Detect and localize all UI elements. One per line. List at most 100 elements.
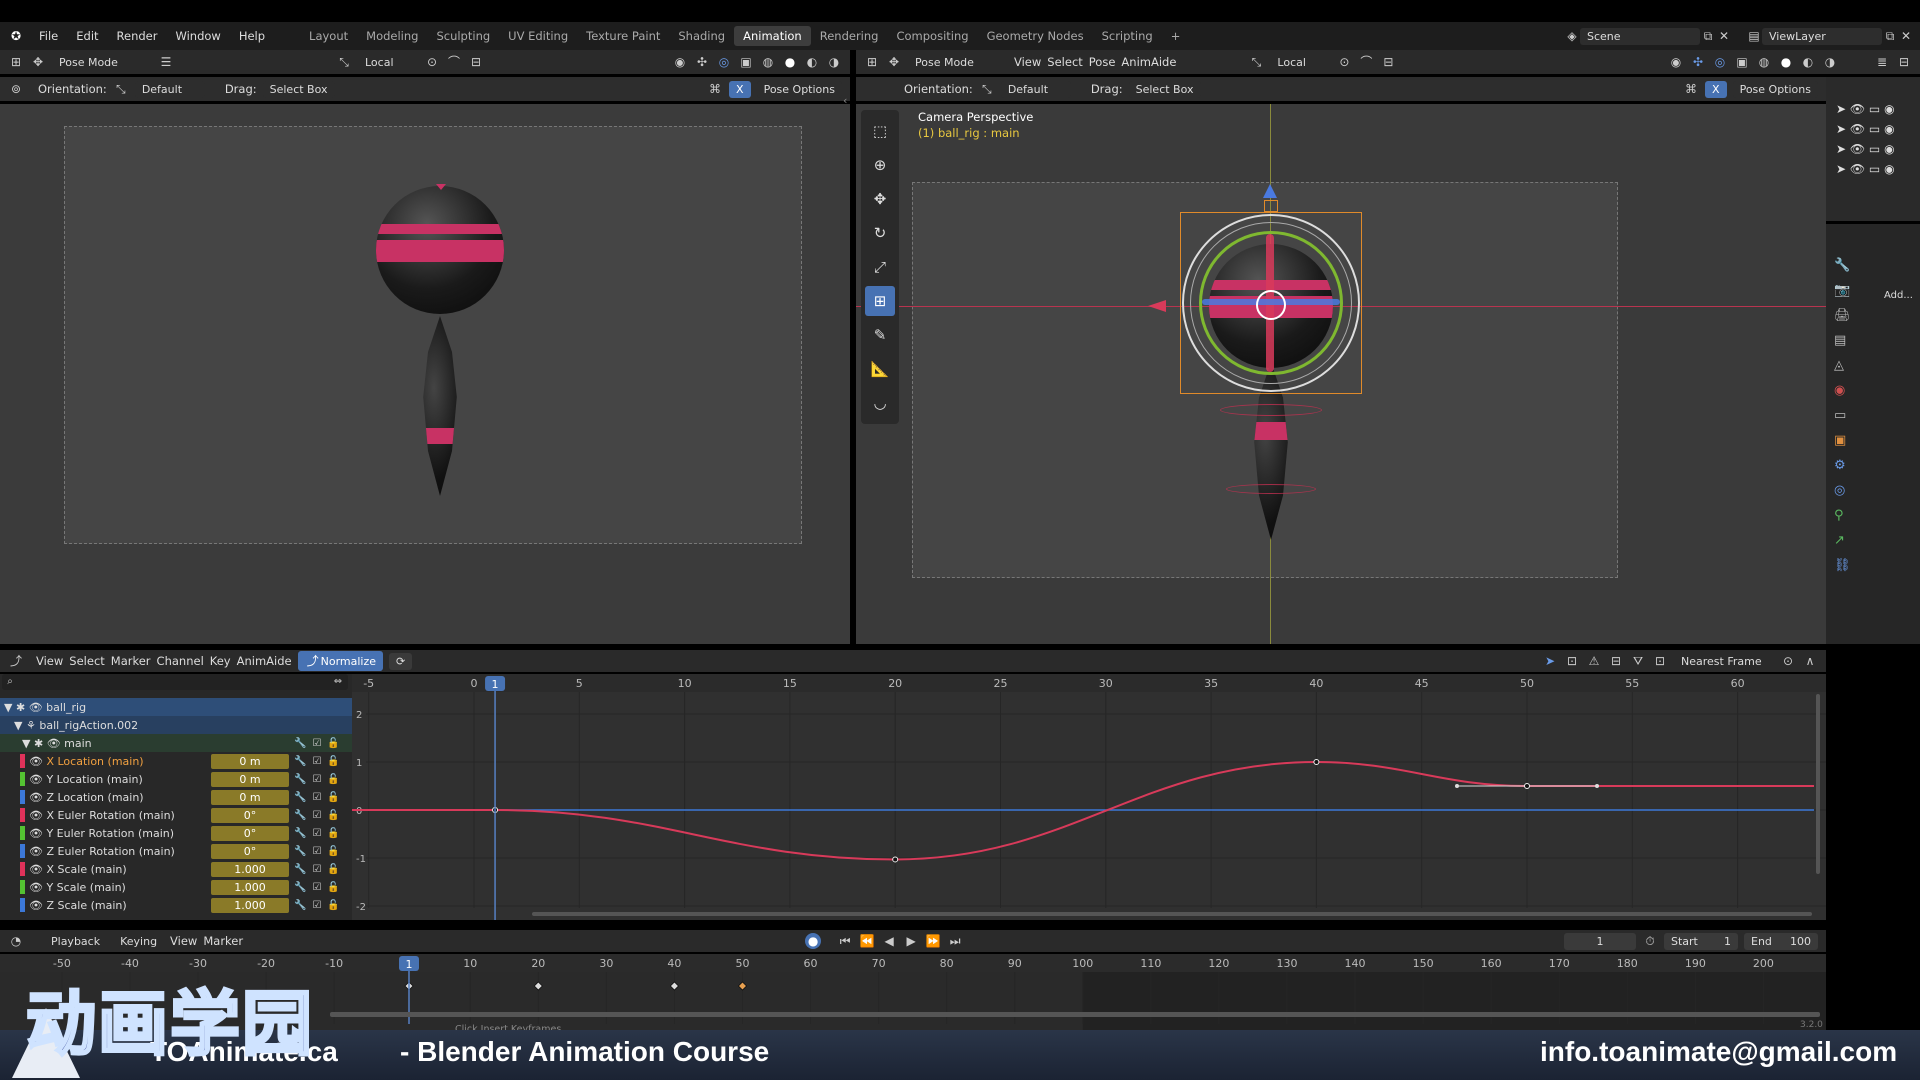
channel-fcurve-row[interactable]: 👁 Z Scale (main) 1.000 🔧 ☑ 🔓 bbox=[0, 896, 352, 914]
preview-range-icon[interactable]: ⏱ bbox=[1642, 933, 1658, 949]
channel-fcurve-row[interactable]: 👁 Z Location (main) 0 m 🔧 ☑ 🔓 bbox=[0, 788, 352, 806]
keyframe-point[interactable] bbox=[1524, 783, 1530, 789]
x-move-arrow-icon[interactable] bbox=[1148, 300, 1166, 312]
expand-icon[interactable]: ▼ bbox=[4, 701, 12, 714]
right-transform-selector[interactable]: Local bbox=[1270, 53, 1331, 71]
shading-wireframe-icon[interactable]: ◍ bbox=[1756, 54, 1772, 70]
timeline-keyframe-icon[interactable] bbox=[737, 981, 748, 991]
outliner-filter-icon[interactable]: ⊟ bbox=[1896, 54, 1912, 70]
xray-icon[interactable]: ▣ bbox=[1734, 54, 1750, 70]
mute-checkbox[interactable]: ☑ bbox=[312, 864, 321, 875]
workspace-tab-texture-paint[interactable]: Texture Paint bbox=[577, 29, 669, 43]
lock-icon[interactable]: 🔓 bbox=[327, 810, 339, 821]
blender-logo-icon[interactable]: ✪ bbox=[8, 28, 24, 44]
menu-help[interactable]: Help bbox=[230, 29, 274, 43]
modifier-wrench-icon[interactable]: 🔧 bbox=[294, 810, 306, 821]
snap-target-icon[interactable]: ⊟ bbox=[468, 54, 484, 70]
right-x-mirror-toggle[interactable]: X bbox=[1705, 80, 1727, 98]
modifier-wrench-icon[interactable]: 🔧 bbox=[294, 828, 306, 839]
scene-icon[interactable]: ◈ bbox=[1564, 28, 1580, 44]
play-icon[interactable]: ▶ bbox=[903, 933, 919, 949]
right-menu-view[interactable]: View bbox=[1014, 55, 1041, 69]
bone-props-icon[interactable]: ↗ bbox=[1834, 533, 1851, 548]
visibility-eye-icon[interactable]: 👁 bbox=[29, 863, 43, 876]
outliner-row-2[interactable]: ➤ 👁 ▭ ◉ bbox=[1836, 119, 1895, 139]
editor-type-icon[interactable]: ⊞ bbox=[864, 54, 880, 70]
expand-icon[interactable]: ▼ bbox=[14, 719, 22, 732]
annotate-tool-icon[interactable]: ✎ bbox=[865, 320, 895, 350]
lock-icon[interactable]: 🔓 bbox=[327, 900, 339, 911]
proportional-edit-icon[interactable]: ⊙ bbox=[1780, 653, 1796, 669]
jump-end-icon[interactable]: ⏭ bbox=[947, 933, 963, 949]
gizmo-center-circle[interactable] bbox=[1256, 290, 1286, 320]
timeline-menu-view[interactable]: View bbox=[170, 934, 197, 948]
playback-menu[interactable]: Playback bbox=[44, 932, 108, 950]
overlay-icon[interactable]: ◎ bbox=[1712, 54, 1728, 70]
channel-fcurve-row[interactable]: 👁 Y Location (main) 0 m 🔧 ☑ 🔓 bbox=[0, 770, 352, 788]
left-orientation-dropdown[interactable]: Default bbox=[134, 80, 205, 98]
channel-object-row[interactable]: ▼ ✱ 👁 ball_rig bbox=[0, 698, 352, 716]
outliner-row-1[interactable]: ➤ 👁 ▭ ◉ bbox=[1836, 99, 1895, 119]
visibility-eye-icon[interactable]: 👁 bbox=[29, 845, 43, 858]
modifier-wrench-icon[interactable]: 🔧 bbox=[294, 900, 306, 911]
show-hidden-icon[interactable]: ⊡ bbox=[1564, 653, 1580, 669]
keyframe-point[interactable] bbox=[1313, 759, 1320, 765]
right-mirror-icon[interactable]: ⌘ bbox=[1683, 81, 1699, 97]
graph-menu-channel[interactable]: Channel bbox=[157, 654, 204, 668]
menu-window[interactable]: Window bbox=[166, 29, 229, 43]
right-drag-dropdown[interactable]: Select Box bbox=[1128, 80, 1201, 98]
visibility-eye-icon[interactable]: 👁 bbox=[29, 881, 43, 894]
right-menu-pose[interactable]: Pose bbox=[1089, 55, 1116, 69]
outliner-row-3[interactable]: ➤ 👁 ▭ ◉ bbox=[1836, 139, 1895, 159]
transform-tool-icon[interactable]: ⊞ bbox=[865, 286, 895, 316]
start-frame-field[interactable]: Start 1 bbox=[1664, 932, 1738, 950]
horizontal-scrollbar[interactable] bbox=[532, 912, 1812, 916]
menu-file[interactable]: File bbox=[30, 29, 67, 43]
left-x-mirror-toggle[interactable]: X bbox=[729, 80, 751, 98]
workspace-tab-compositing[interactable]: Compositing bbox=[887, 29, 977, 43]
workspace-tab-layout[interactable]: Layout bbox=[300, 29, 357, 43]
menu-render[interactable]: Render bbox=[108, 29, 167, 43]
workspace-tab-scripting[interactable]: Scripting bbox=[1093, 29, 1162, 43]
view-object-types-icon[interactable]: ◉ bbox=[672, 54, 688, 70]
physics-props-icon[interactable]: ◎ bbox=[1834, 483, 1851, 498]
left-mirror-icon[interactable]: ⌘ bbox=[707, 81, 723, 97]
shading-material-icon[interactable]: ◐ bbox=[804, 54, 820, 70]
graph-menu-animaide[interactable]: AnimAide bbox=[237, 654, 292, 668]
shading-wireframe-icon[interactable]: ◍ bbox=[760, 54, 776, 70]
workspace-tab-geometry-nodes[interactable]: Geometry Nodes bbox=[978, 29, 1093, 43]
modifier-wrench-icon[interactable]: 🔧 bbox=[294, 738, 306, 749]
normalize-toggle[interactable]: ⤴ Normalize bbox=[297, 651, 384, 671]
delete-viewlayer-icon[interactable]: ✕ bbox=[1898, 28, 1914, 44]
right-mode-selector[interactable]: Pose Mode bbox=[908, 53, 1008, 71]
modifier-wrench-icon[interactable]: 🔧 bbox=[294, 756, 306, 767]
editor-type-icon[interactable]: ⊞ bbox=[8, 54, 24, 70]
modifier-wrench-icon[interactable]: 🔧 bbox=[294, 846, 306, 857]
visibility-eye-icon[interactable]: 👁 bbox=[29, 791, 43, 804]
modifier-wrench-icon[interactable]: 🔧 bbox=[294, 882, 306, 893]
pivot-icon[interactable]: ⊙ bbox=[424, 54, 440, 70]
channel-group-row[interactable]: ▼ ✱ 👁 main 🔧 ☑ 🔓 bbox=[0, 734, 352, 752]
overlay-icon[interactable]: ◎ bbox=[716, 54, 732, 70]
channel-value-field[interactable]: 0° bbox=[211, 825, 289, 841]
visibility-eye-icon[interactable]: 👁 bbox=[29, 701, 43, 714]
mute-checkbox[interactable]: ☑ bbox=[312, 828, 321, 839]
snap-mode-dropdown[interactable]: Nearest Frame bbox=[1674, 652, 1774, 670]
viewport-collapse-arrow[interactable]: ‹ bbox=[843, 94, 847, 107]
gizmo-icon[interactable]: ✣ bbox=[1690, 54, 1706, 70]
visibility-eye-icon[interactable]: 👁 bbox=[29, 899, 43, 912]
shading-rendered-icon[interactable]: ◑ bbox=[826, 54, 842, 70]
mute-checkbox[interactable]: ☑ bbox=[312, 792, 321, 803]
right-orientation-dropdown[interactable]: Default bbox=[1000, 80, 1071, 98]
outliner-editor-icon[interactable]: ≣ bbox=[1874, 54, 1890, 70]
select-box-tool-icon[interactable]: ⬚ bbox=[865, 116, 895, 146]
filter-icon[interactable]: ⛛ bbox=[1630, 653, 1646, 669]
pivot-point-icon[interactable]: ⊡ bbox=[1652, 653, 1668, 669]
channel-action-row[interactable]: ▼ ⚘ ball_rigAction.002 bbox=[0, 716, 352, 734]
timeline-keyframe-icon[interactable] bbox=[669, 981, 679, 991]
new-viewlayer-icon[interactable]: ⧉ bbox=[1882, 28, 1898, 44]
bezier-handle-right[interactable] bbox=[1595, 784, 1599, 788]
graph-menu-key[interactable]: Key bbox=[210, 654, 231, 668]
hamburger-icon[interactable]: ☰ bbox=[158, 54, 174, 70]
ball-head[interactable] bbox=[376, 186, 504, 314]
